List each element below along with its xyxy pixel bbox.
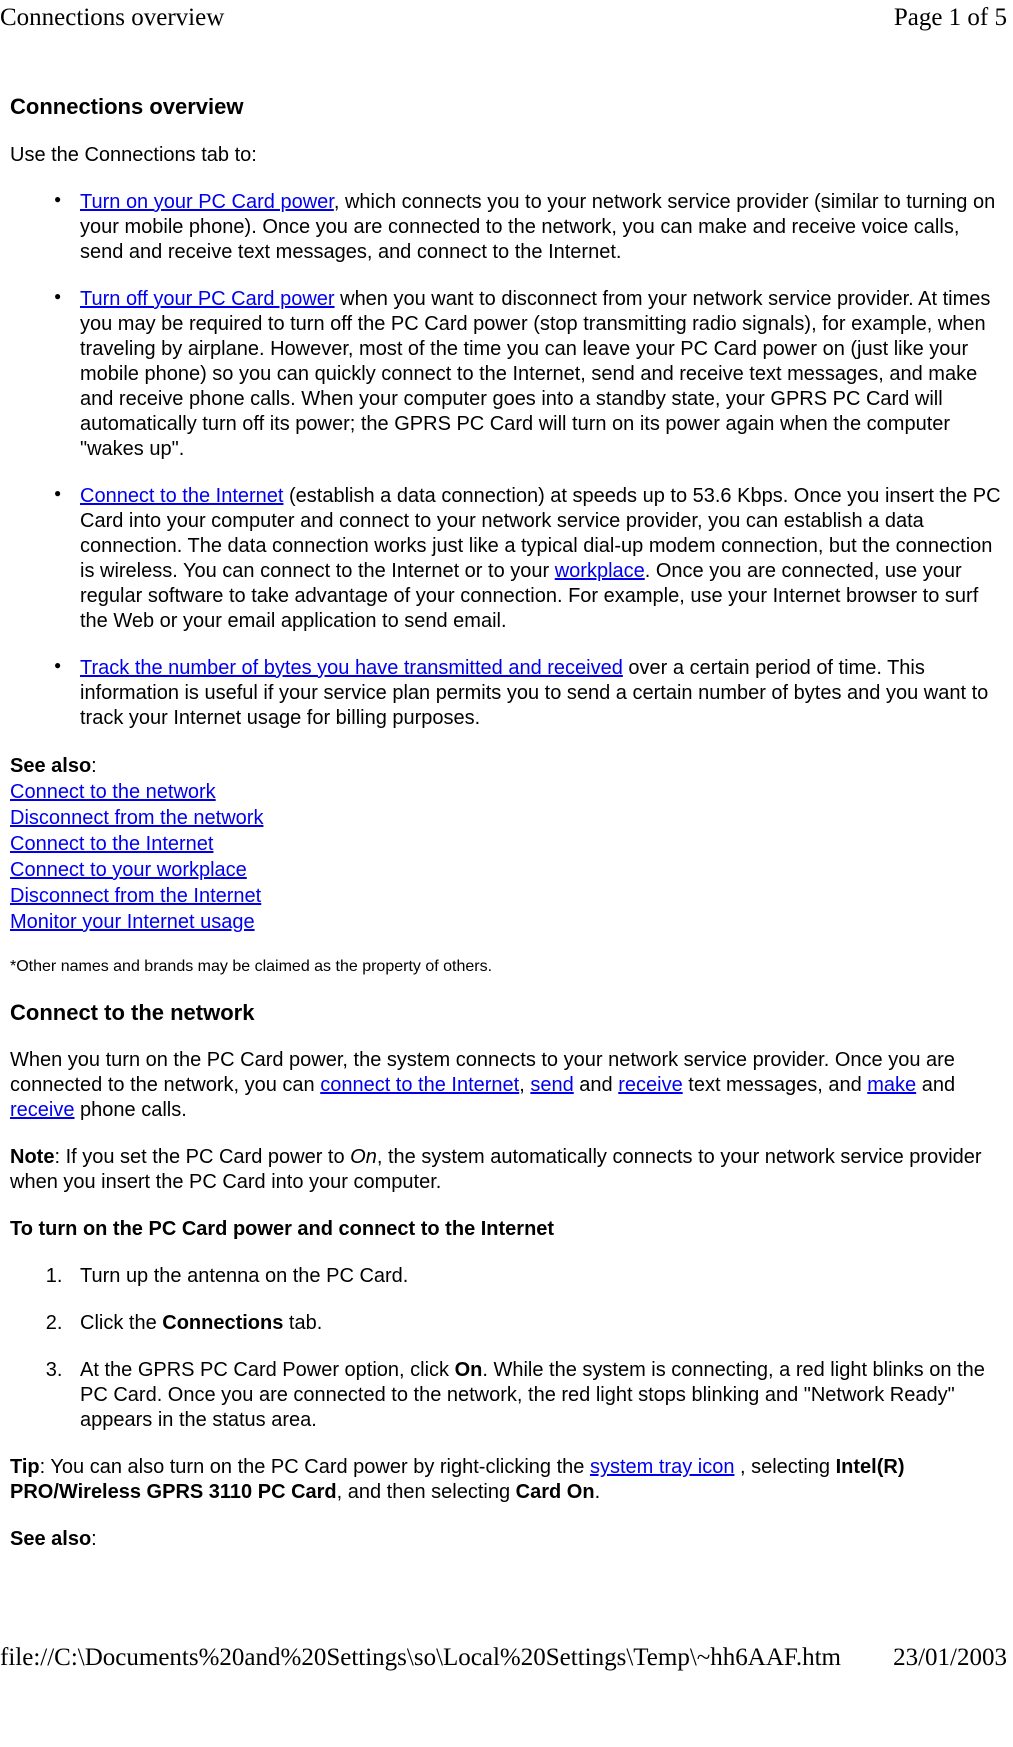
- list-item-text: when you want to disconnect from your ne…: [80, 288, 990, 460]
- paragraph-text: and: [574, 1074, 618, 1096]
- link-connect-internet[interactable]: Connect to the Internet: [80, 485, 283, 507]
- tip-bold: Card On: [516, 1481, 595, 1503]
- tip-label: Tip: [10, 1456, 40, 1478]
- note-italic: On: [350, 1146, 377, 1168]
- link-receive[interactable]: receive: [618, 1074, 682, 1096]
- section-title-connections-overview: Connections overview: [10, 93, 1003, 121]
- step-bold: Connections: [162, 1312, 283, 1334]
- link-disconnect-internet[interactable]: Disconnect from the Internet: [10, 885, 261, 907]
- overview-bullet-list: Turn on your PC Card power, which connec…: [10, 190, 1003, 731]
- step-text: At the GPRS PC Card Power option, click: [80, 1359, 455, 1381]
- see-also-block: See also: Connect to the network Disconn…: [10, 753, 1003, 935]
- paragraph-text: ,: [519, 1074, 530, 1096]
- header-title: Connections overview: [0, 2, 224, 33]
- link-connect-internet-2[interactable]: Connect to the Internet: [10, 833, 213, 855]
- link-send[interactable]: send: [530, 1074, 573, 1096]
- page-header: Connections overview Page 1 of 5: [0, 0, 1013, 33]
- link-turn-on-pc-card[interactable]: Turn on your PC Card power: [80, 191, 334, 213]
- link-monitor-usage[interactable]: Monitor your Internet usage: [10, 911, 255, 933]
- step-text: Click the: [80, 1312, 162, 1334]
- see-also-colon: :: [91, 755, 97, 777]
- subheading: To turn on the PC Card power and connect…: [10, 1217, 1003, 1242]
- see-also-trailing: See also:: [10, 1527, 1003, 1552]
- tip-text: : You can also turn on the PC Card power…: [40, 1456, 590, 1478]
- note-text: : If you set the PC Card power to: [54, 1146, 350, 1168]
- list-item: Turn up the antenna on the PC Card.: [68, 1264, 1003, 1289]
- paragraph-text: phone calls.: [74, 1099, 186, 1121]
- header-page-number: Page 1 of 5: [894, 2, 1007, 33]
- see-also-label: See also: [10, 1528, 91, 1550]
- paragraph-text: text messages, and: [683, 1074, 868, 1096]
- list-item: Connect to the Internet (establish a dat…: [54, 484, 1003, 634]
- list-item: Turn off your PC Card power when you wan…: [54, 287, 1003, 462]
- step-text: Turn up the antenna on the PC Card.: [80, 1265, 408, 1287]
- link-connect-network[interactable]: Connect to the network: [10, 781, 216, 803]
- step-text: tab.: [283, 1312, 322, 1334]
- paragraph-text: and: [916, 1074, 955, 1096]
- list-item: Track the number of bytes you have trans…: [54, 656, 1003, 731]
- link-make[interactable]: make: [867, 1074, 916, 1096]
- link-receive-2[interactable]: receive: [10, 1099, 74, 1121]
- document-body: Connections overview Use the Connections…: [0, 93, 1013, 1552]
- list-item: Turn on your PC Card power, which connec…: [54, 190, 1003, 265]
- section-title-connect-network: Connect to the network: [10, 999, 1003, 1027]
- link-connect-internet-3[interactable]: connect to the Internet: [320, 1074, 519, 1096]
- steps-list: Turn up the antenna on the PC Card. Clic…: [10, 1264, 1003, 1433]
- tip-text: .: [595, 1481, 601, 1503]
- tip-text: , and then selecting: [337, 1481, 516, 1503]
- step-bold: On: [455, 1359, 483, 1381]
- footer-date: 23/01/2003: [893, 1642, 1007, 1673]
- tip-text: , selecting: [734, 1456, 835, 1478]
- tip-paragraph: Tip: You can also turn on the PC Card po…: [10, 1455, 1003, 1505]
- link-turn-off-pc-card[interactable]: Turn off your PC Card power: [80, 288, 335, 310]
- link-system-tray-icon[interactable]: system tray icon: [590, 1456, 734, 1478]
- see-also-label: See also: [10, 755, 91, 777]
- list-item: At the GPRS PC Card Power option, click …: [68, 1358, 1003, 1433]
- link-disconnect-network[interactable]: Disconnect from the network: [10, 807, 263, 829]
- page-footer: file://C:\Documents%20and%20Settings\so\…: [0, 1642, 1013, 1677]
- link-track-bytes[interactable]: Track the number of bytes you have trans…: [80, 657, 623, 679]
- see-also-colon: :: [91, 1528, 97, 1550]
- footnote-text: *Other names and brands may be claimed a…: [10, 957, 1003, 977]
- link-connect-workplace[interactable]: Connect to your workplace: [10, 859, 247, 881]
- note-label: Note: [10, 1146, 54, 1168]
- list-item: Click the Connections tab.: [68, 1311, 1003, 1336]
- footer-path: file://C:\Documents%20and%20Settings\so\…: [0, 1642, 841, 1673]
- link-workplace[interactable]: workplace: [555, 560, 645, 582]
- paragraph: When you turn on the PC Card power, the …: [10, 1048, 1003, 1123]
- note-paragraph: Note: If you set the PC Card power to On…: [10, 1145, 1003, 1195]
- intro-text: Use the Connections tab to:: [10, 143, 1003, 168]
